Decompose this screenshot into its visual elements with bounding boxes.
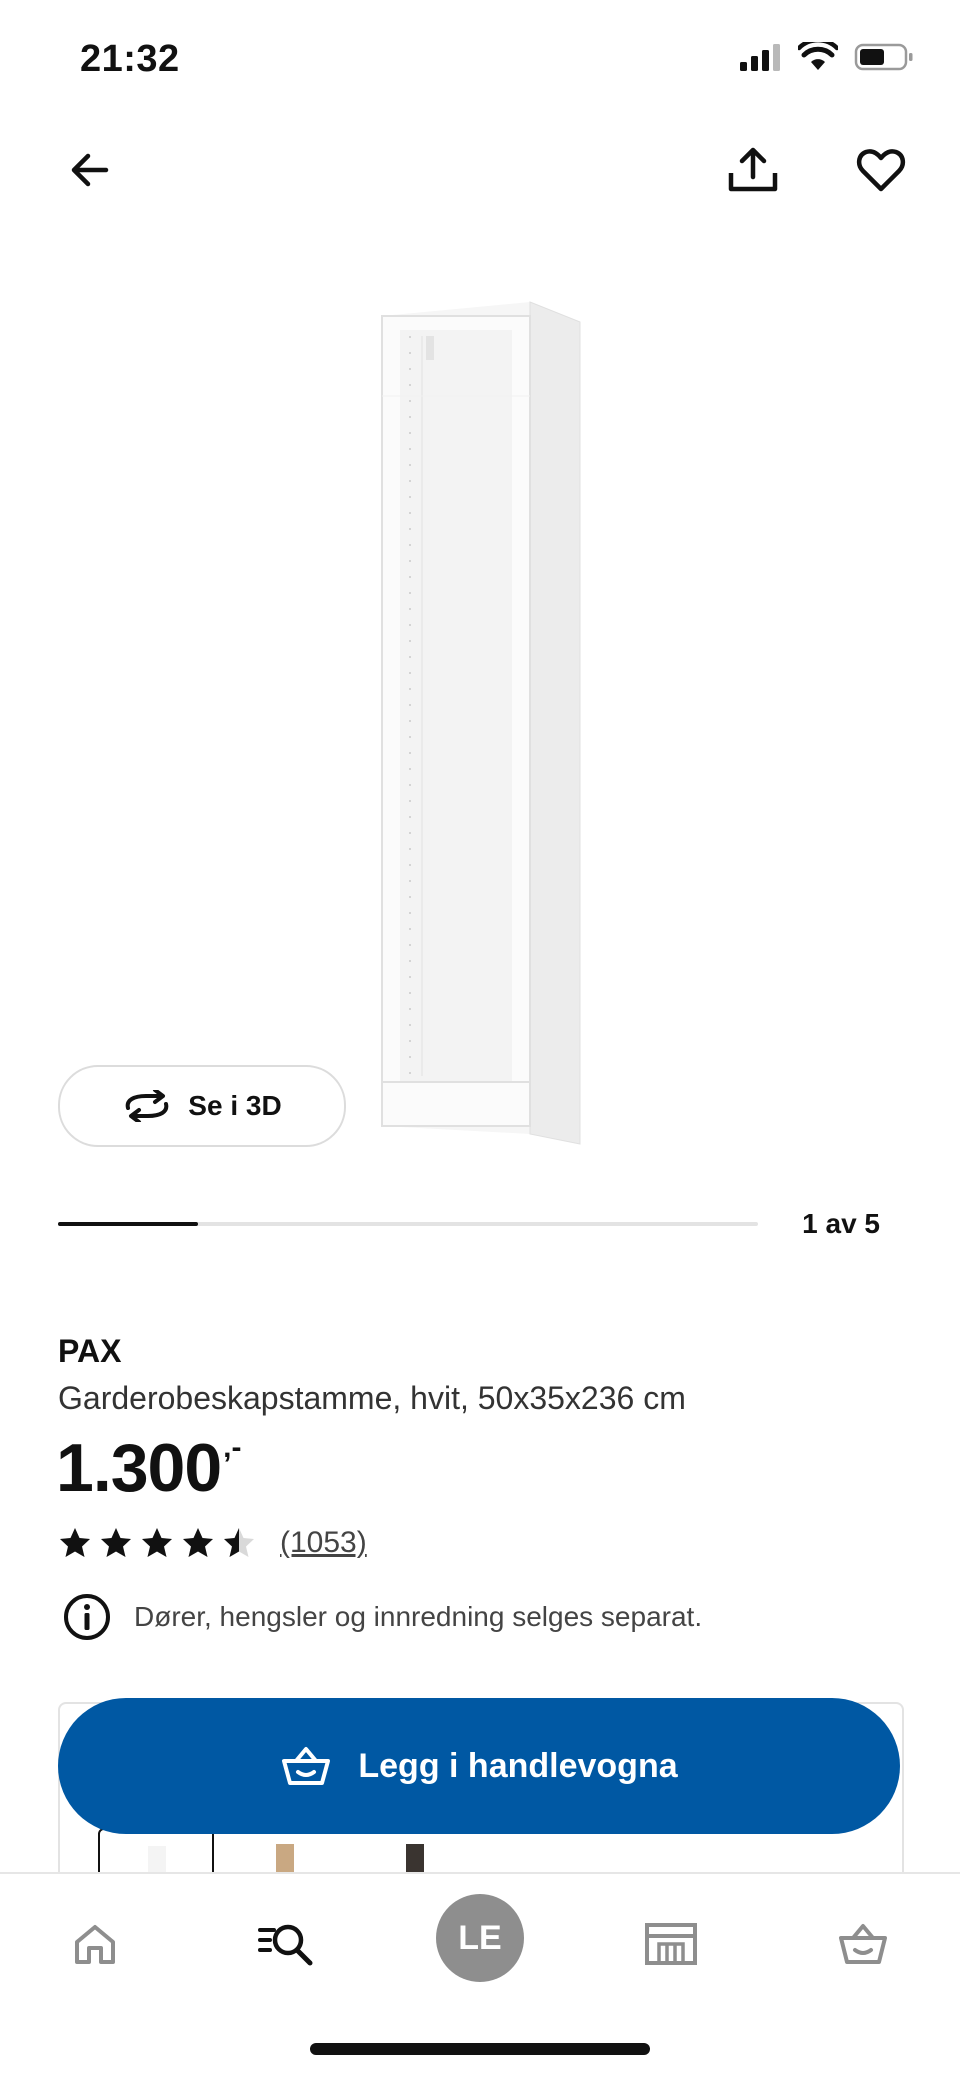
share-button[interactable]	[713, 130, 793, 210]
info-note: Dører, hengsler og innredning selges sep…	[62, 1592, 702, 1642]
image-pager-count: 1 av 5	[802, 1208, 880, 1239]
tab-search[interactable]	[242, 1904, 332, 1984]
star-half-icon	[224, 1528, 254, 1557]
store-icon	[645, 1923, 697, 1965]
tab-home[interactable]	[50, 1904, 140, 1984]
battery-icon	[854, 43, 913, 71]
home-icon	[75, 1925, 115, 1964]
star-filled-icon	[101, 1528, 131, 1557]
star-filled-icon	[142, 1528, 172, 1557]
add-to-cart-label: Legg i handlevogna	[358, 1746, 678, 1785]
back-button[interactable]	[50, 130, 130, 210]
tab-basket[interactable]	[818, 1904, 908, 1984]
view-3d-label: Se i 3D	[188, 1090, 282, 1121]
rating-stars	[58, 1526, 256, 1560]
home-indicator[interactable]	[310, 2043, 650, 2055]
price-suffix: ,-	[223, 1431, 242, 1464]
wardrobe-frame-image	[381, 301, 581, 1145]
product-rating[interactable]: (1053)	[58, 1526, 367, 1560]
basket-icon	[282, 1747, 331, 1785]
favorite-button[interactable]	[841, 130, 921, 210]
star-filled-icon	[60, 1528, 90, 1557]
tab-store[interactable]	[626, 1904, 716, 1984]
product-brand: PAX	[58, 1333, 122, 1369]
star-filled-icon	[183, 1528, 213, 1557]
product-description: Garderobeskapstamme, hvit, 50x35x236 cm	[58, 1380, 686, 1416]
add-to-cart-button[interactable]: Legg i handlevogna	[58, 1698, 900, 1834]
search-icon	[258, 1924, 313, 1966]
heart-outline-icon	[856, 149, 906, 192]
product-image[interactable]	[370, 296, 590, 1148]
info-circle-icon	[64, 1594, 110, 1640]
status-time: 21:32	[80, 38, 180, 80]
price-integer: 1.300	[56, 1430, 222, 1506]
info-text: Dører, hengsler og innredning selges sep…	[134, 1601, 703, 1632]
rotate-3d-icon	[126, 1090, 169, 1122]
image-pager-track	[58, 1222, 758, 1226]
image-pager-progress	[58, 1222, 198, 1226]
view-3d-button[interactable]: Se i 3D	[58, 1065, 346, 1147]
profile-avatar[interactable]: LE	[436, 1894, 524, 1982]
share-icon	[728, 147, 778, 192]
cellular-signal-icon	[740, 44, 780, 71]
basket-icon	[839, 1924, 887, 1964]
product-price: 1.300 ,-	[56, 1428, 242, 1508]
status-icons	[738, 42, 914, 72]
rating-count[interactable]: (1053)	[280, 1526, 367, 1560]
wifi-icon	[798, 42, 838, 70]
arrow-left-icon	[71, 153, 109, 187]
